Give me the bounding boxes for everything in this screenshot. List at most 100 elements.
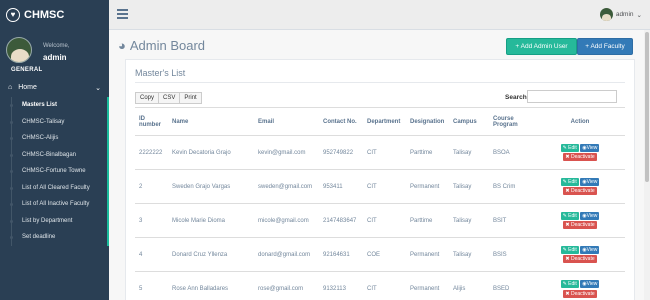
cell-actions: ✎ Edit ◉ View ✖ Deactivate bbox=[535, 203, 625, 238]
cell-email: rose@gmail.com bbox=[254, 271, 319, 300]
cell-contact: 9132113 bbox=[319, 271, 363, 300]
user-dropdown[interactable]: admin ⌄ bbox=[599, 8, 642, 21]
cell-designation: Permanent bbox=[406, 169, 449, 204]
header-designation[interactable]: Designation bbox=[406, 107, 449, 136]
header-department[interactable]: Department bbox=[363, 107, 406, 136]
cell-department: COE bbox=[363, 237, 406, 272]
menu-home[interactable]: ⌂ Home ⌄ bbox=[0, 78, 109, 97]
cell-email: kevin@gmail.com bbox=[254, 135, 319, 170]
sidebar-item-alijis[interactable]: CHMSC-Alijis bbox=[0, 130, 107, 147]
csv-button[interactable]: CSV bbox=[158, 92, 181, 104]
deactivate-button[interactable]: ✖ Deactivate bbox=[563, 187, 597, 196]
deactivate-button[interactable]: ✖ Deactivate bbox=[563, 289, 597, 298]
copy-button[interactable]: Copy bbox=[135, 92, 160, 104]
deactivate-button[interactable]: ✖ Deactivate bbox=[563, 153, 597, 162]
topbar: admin ⌄ bbox=[109, 0, 650, 30]
table-row: 4 Donard Cruz Yllenza donard@gmail.com 9216… bbox=[135, 237, 625, 272]
view-button[interactable]: ◉ View bbox=[580, 143, 600, 152]
deactivate-button[interactable]: ✖ Deactivate bbox=[563, 221, 597, 230]
cell-department: CIT bbox=[363, 203, 406, 238]
cell-actions: ✎ Edit ◉ View ✖ Deactivate bbox=[535, 135, 625, 170]
cell-actions: ✎ Edit ◉ View ✖ Deactivate bbox=[535, 169, 625, 204]
cell-id: 4 bbox=[135, 237, 168, 272]
deactivate-button[interactable]: ✖ Deactivate bbox=[563, 255, 597, 264]
header-course[interactable]: Course Program bbox=[489, 107, 535, 136]
header-email[interactable]: Email bbox=[254, 107, 319, 136]
sidebar-item-masters-list[interactable]: Masters List bbox=[0, 97, 107, 114]
sidebar-item-binalbagan[interactable]: CHMSC-Binalbagan bbox=[0, 147, 107, 164]
view-button[interactable]: ◉ View bbox=[580, 177, 600, 186]
sidebar-item-fortune-towne[interactable]: CHMSC-Fortune Towne bbox=[0, 163, 107, 180]
cell-campus: Talisay bbox=[449, 237, 489, 272]
cell-campus: Talisay bbox=[449, 169, 489, 204]
cell-department: CIT bbox=[363, 135, 406, 170]
view-label: View bbox=[586, 178, 598, 185]
edit-label: Edit bbox=[568, 212, 577, 219]
masters-list-panel: Master's List Copy CSV Print Search: ID … bbox=[125, 59, 635, 300]
cell-course: BSIT bbox=[489, 203, 535, 238]
deactivate-label: Deactivate bbox=[570, 154, 595, 161]
scrollbar-thumb[interactable] bbox=[645, 32, 649, 182]
deactivate-label: Deactivate bbox=[570, 290, 595, 297]
menu-toggle-icon[interactable] bbox=[117, 9, 128, 19]
table-row: 5 Rose Ann Balladares rose@gmail.com 913211… bbox=[135, 271, 625, 300]
chevron-down-icon: ⌄ bbox=[636, 11, 642, 19]
add-faculty-button[interactable]: + Add Faculty bbox=[577, 38, 633, 55]
sidebar-item-talisay[interactable]: CHMSC-Talisay bbox=[0, 114, 107, 131]
cell-actions: ✎ Edit ◉ View ✖ Deactivate bbox=[535, 237, 625, 272]
header-contact[interactable]: Contact No. bbox=[319, 107, 363, 136]
add-admin-button[interactable]: + Add Admin User bbox=[506, 38, 577, 55]
header-name[interactable]: Name bbox=[168, 107, 254, 136]
header-campus[interactable]: Campus bbox=[449, 107, 489, 136]
dashboard-icon: ◕ bbox=[118, 38, 126, 53]
cell-actions: ✎ Edit ◉ View ✖ Deactivate bbox=[535, 271, 625, 300]
home-icon: ⌂ bbox=[8, 84, 13, 91]
cell-department: CIT bbox=[363, 271, 406, 300]
table-row: 2 Sweden Grajo Vargas sweden@gmail.com 9534… bbox=[135, 169, 625, 204]
masters-table: ID number Name Email Contact No. Departm… bbox=[135, 107, 625, 300]
brand[interactable]: ♥ CHMSC bbox=[0, 0, 109, 30]
sidebar-item-cleared-faculty[interactable]: List of All Cleared Faculty bbox=[0, 180, 107, 197]
view-button[interactable]: ◉ View bbox=[580, 280, 600, 288]
cell-contact: 952749822 bbox=[319, 135, 363, 170]
edit-button[interactable]: ✎ Edit bbox=[560, 280, 579, 288]
cell-course: BSED bbox=[489, 271, 535, 300]
sidebar-item-set-deadline[interactable]: Set deadline bbox=[0, 229, 107, 246]
table-body: 2222222 Kevin Decatoria Grajo kevin@gmail.… bbox=[135, 135, 625, 300]
print-button[interactable]: Print bbox=[179, 92, 202, 104]
view-label: View bbox=[586, 144, 598, 151]
sidebar-item-by-department[interactable]: List by Department bbox=[0, 213, 107, 230]
search-input[interactable] bbox=[527, 90, 617, 103]
profile: Welcome, admin GENERAL bbox=[0, 30, 109, 78]
edit-button[interactable]: ✎ Edit bbox=[560, 143, 579, 152]
deactivate-label: Deactivate bbox=[570, 188, 595, 195]
cell-designation: Parttime bbox=[406, 135, 449, 170]
edit-label: Edit bbox=[568, 144, 577, 151]
edit-button[interactable]: ✎ Edit bbox=[560, 245, 579, 254]
header-id[interactable]: ID number bbox=[135, 107, 168, 136]
edit-label: Edit bbox=[568, 281, 577, 287]
deactivate-label: Deactivate bbox=[570, 256, 595, 263]
edit-button[interactable]: ✎ Edit bbox=[560, 211, 579, 220]
cell-campus: Alijis bbox=[449, 271, 489, 300]
cell-email: sweden@gmail.com bbox=[254, 169, 319, 204]
panel-title: Master's List bbox=[135, 68, 186, 78]
cell-designation: Parttime bbox=[406, 203, 449, 238]
view-label: View bbox=[586, 246, 598, 253]
chevron-down-icon: ⌄ bbox=[95, 84, 101, 92]
cell-id: 2 bbox=[135, 169, 168, 204]
cell-contact: 92164631 bbox=[319, 237, 363, 272]
main-content: ◕ Admin Board + Add Admin User + Add Fac… bbox=[109, 30, 650, 300]
cell-email: micole@gmail.com bbox=[254, 203, 319, 238]
edit-label: Edit bbox=[568, 246, 577, 253]
cell-id: 3 bbox=[135, 203, 168, 238]
edit-button[interactable]: ✎ Edit bbox=[560, 177, 579, 186]
section-label: GENERAL bbox=[11, 67, 43, 73]
cell-name: Kevin Decatoria Grajo bbox=[168, 135, 254, 170]
cell-name: Micole Marie Dioma bbox=[168, 203, 254, 238]
view-button[interactable]: ◉ View bbox=[580, 211, 600, 220]
menu-home-label: Home bbox=[18, 84, 37, 91]
view-button[interactable]: ◉ View bbox=[580, 245, 600, 254]
sidebar-item-inactive-faculty[interactable]: List of All Inactive Faculty bbox=[0, 196, 107, 213]
cell-name: Donard Cruz Yllenza bbox=[168, 237, 254, 272]
